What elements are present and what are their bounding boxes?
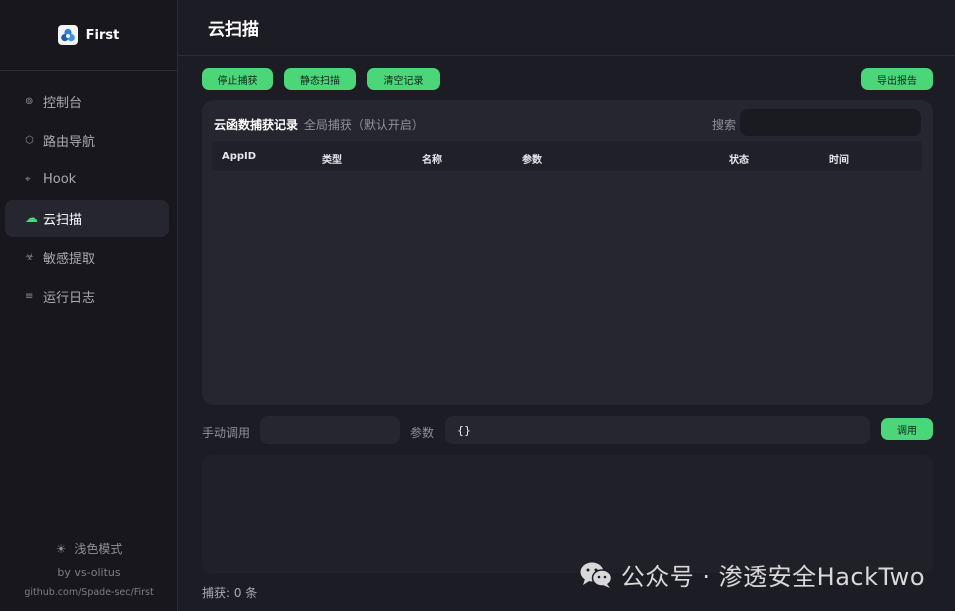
main-content: 云扫描 停止捕获 静态扫描 清空记录 导出报告 云函数捕获记录 全局捕获（默认开…	[178, 0, 955, 611]
sidebar-item-cloud-scan[interactable]: ☁ 云扫描	[5, 200, 169, 237]
sidebar-item-label: Hook	[43, 172, 77, 187]
sidebar-item-label: 云扫描	[43, 213, 83, 228]
theme-toggle[interactable]: ☀ 浅色模式	[0, 540, 178, 557]
stop-capture-button[interactable]: 停止捕获	[202, 68, 273, 90]
column-header-type[interactable]: 类型	[322, 151, 342, 166]
biohazard-icon: ☣	[25, 252, 34, 263]
search-input[interactable]	[740, 109, 921, 136]
panel-subtitle: 全局捕获（默认开启）	[303, 118, 424, 132]
sidebar-item-label: 敏感提取	[43, 252, 96, 267]
dashboard-icon: ⊚	[25, 96, 34, 107]
invoke-button[interactable]: 调用	[881, 418, 933, 440]
manual-invoke-label: 手动调用	[202, 426, 251, 440]
sun-icon: ☀	[55, 542, 67, 556]
watermark: 公众号 · 渗透安全HackTwo	[579, 557, 925, 592]
author-credit: by vs-olitus	[57, 566, 121, 579]
export-report-button[interactable]: 导出报告	[861, 68, 933, 90]
sidebar-item-label: 路由导航	[43, 135, 96, 150]
sidebar-item-hook[interactable]: ⌖ Hook	[5, 161, 169, 198]
search-label: 搜索	[712, 118, 737, 132]
sidebar-item-logs[interactable]: ≡ 运行日志	[5, 278, 169, 315]
static-scan-button[interactable]: 静态扫描	[284, 68, 356, 90]
cloud-icon: ☁	[25, 211, 38, 226]
column-header-appid[interactable]: AppID	[222, 151, 256, 162]
cloud-cluster-icon	[57, 25, 78, 45]
github-link[interactable]: github.com/Spade-sec/First	[0, 587, 178, 598]
panel-title: 云函数捕获记录	[214, 118, 299, 132]
hexagon-icon: ⬡	[25, 135, 34, 146]
sidebar-item-label: 运行日志	[43, 291, 96, 306]
params-input[interactable]	[445, 416, 870, 444]
invoke-output	[202, 455, 933, 573]
panel-heading: 云函数捕获记录 全局捕获（默认开启）	[214, 116, 424, 133]
watermark-text: 公众号 · 渗透安全HackTwo	[620, 563, 925, 591]
app-title: First	[85, 27, 120, 43]
theme-toggle-label: 浅色模式	[74, 542, 123, 556]
brand[interactable]: First	[0, 0, 177, 71]
sidebar-item-sensitive[interactable]: ☣ 敏感提取	[5, 239, 169, 276]
sidebar-item-label: 控制台	[43, 96, 83, 111]
params-label: 参数	[410, 426, 435, 440]
sidebar-nav: ⊚ 控制台 ⬡ 路由导航 ⌖ Hook ☁ 云扫描 ☣ 敏感提取 ≡ 运行日志	[5, 83, 169, 317]
sidebar-item-routes[interactable]: ⬡ 路由导航	[5, 122, 169, 159]
sidebar: First ⊚ 控制台 ⬡ 路由导航 ⌖ Hook ☁ 云扫描 ☣ 敏感提取 ≡…	[0, 0, 178, 611]
column-header-name[interactable]: 名称	[422, 151, 442, 166]
table-header: AppID 类型 名称 参数 状态 时间	[212, 141, 922, 171]
hook-icon: ⌖	[25, 174, 31, 185]
list-icon: ≡	[25, 291, 34, 302]
manual-invoke-input[interactable]	[260, 416, 400, 444]
column-header-time[interactable]: 时间	[829, 151, 849, 166]
sidebar-footer: ☀ 浅色模式 by vs-olitus github.com/Spade-sec/…	[0, 540, 178, 611]
wechat-icon	[579, 561, 613, 589]
sidebar-item-dashboard[interactable]: ⊚ 控制台	[5, 83, 169, 120]
column-header-status[interactable]: 状态	[729, 151, 749, 166]
page-title: 云扫描	[208, 20, 259, 40]
capture-count: 捕获: 0 条	[202, 586, 258, 600]
column-header-params[interactable]: 参数	[522, 151, 542, 166]
header: 云扫描	[178, 0, 955, 56]
clear-records-button[interactable]: 清空记录	[367, 68, 440, 90]
capture-records-panel: 云函数捕获记录 全局捕获（默认开启） 搜索 AppID 类型 名称 参数 状态 …	[202, 100, 933, 405]
